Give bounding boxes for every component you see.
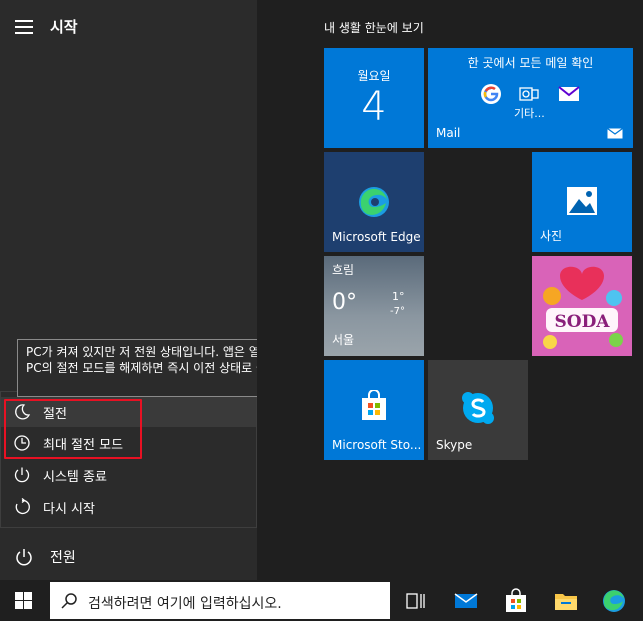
hamburger-menu-icon[interactable]: [15, 20, 33, 34]
weather-tile[interactable]: 흐림 0° 1° -7° 서울: [324, 256, 424, 356]
power-label: 전원: [50, 550, 76, 566]
store-label: Microsoft Sto...: [332, 438, 422, 452]
skype-icon: [462, 392, 494, 424]
weather-temp: 0°: [332, 290, 357, 315]
calendar-tile[interactable]: 월요일 4: [324, 48, 424, 148]
start-title: 시작: [50, 18, 78, 36]
google-icon: [481, 84, 501, 104]
weather-low: -7°: [390, 306, 405, 317]
store-tile[interactable]: Microsoft Sto...: [324, 360, 424, 460]
restart-menu-item[interactable]: 다시 시작: [1, 492, 256, 522]
file-explorer-icon[interactable]: [553, 588, 579, 614]
restart-icon: [15, 498, 30, 515]
taskbar-search-box[interactable]: 검색하려면 여기에 입력하십시오.: [50, 582, 390, 619]
mail-label: Mail: [436, 126, 461, 140]
candy-soda-text: SODA: [554, 312, 610, 332]
mail-taskbar-icon[interactable]: [453, 588, 479, 614]
edge-label: Microsoft Edge: [332, 230, 421, 244]
restart-label: 다시 시작: [43, 502, 95, 517]
search-icon: [61, 593, 77, 609]
calendar-day: 월요일: [357, 69, 391, 83]
candy-crush-tile[interactable]: SODA: [532, 256, 632, 356]
candy-crush-art: [532, 256, 632, 356]
edge-taskbar-icon[interactable]: [601, 588, 627, 614]
tile-group-title: 내 생활 한눈에 보기: [324, 21, 424, 35]
yahoo-mail-icon: [558, 86, 580, 101]
mail-other-label: 기타...: [514, 107, 545, 120]
shutdown-label: 시스템 종료: [43, 470, 107, 485]
power-button[interactable]: 전원: [0, 537, 257, 577]
envelope-icon: [607, 128, 623, 139]
calendar-date: 4: [361, 84, 387, 130]
outlook-icon: [519, 87, 539, 101]
taskbar: 검색하려면 여기에 입력하십시오.: [0, 580, 643, 621]
photo-icon: [567, 187, 597, 215]
store-taskbar-icon[interactable]: [503, 588, 529, 614]
edge-icon: [359, 187, 389, 217]
task-view-icon[interactable]: [403, 588, 429, 614]
photos-label: 사진: [540, 229, 563, 243]
power-icon: [16, 549, 32, 566]
red-highlight-box: [4, 399, 142, 459]
weather-high: 1°: [392, 290, 405, 303]
search-placeholder: 검색하려면 여기에 입력하십시오.: [88, 596, 282, 612]
edge-tile[interactable]: Microsoft Edge: [324, 152, 424, 252]
power-icon: [14, 467, 30, 483]
windows-start-button[interactable]: [0, 580, 48, 621]
skype-label: Skype: [436, 438, 473, 452]
windows-logo-icon: [15, 592, 32, 609]
mail-tile[interactable]: 한 곳에서 모든 메일 확인 기타... Mail: [428, 48, 633, 148]
weather-condition: 흐림: [332, 263, 355, 277]
mail-header: 한 곳에서 모든 메일 확인: [467, 56, 594, 70]
skype-tile[interactable]: Skype: [428, 360, 528, 460]
shutdown-menu-item[interactable]: 시스템 종료: [1, 460, 256, 490]
store-bag-icon: [362, 390, 386, 420]
photos-tile[interactable]: 사진: [532, 152, 632, 252]
weather-city: 서울: [332, 333, 355, 347]
